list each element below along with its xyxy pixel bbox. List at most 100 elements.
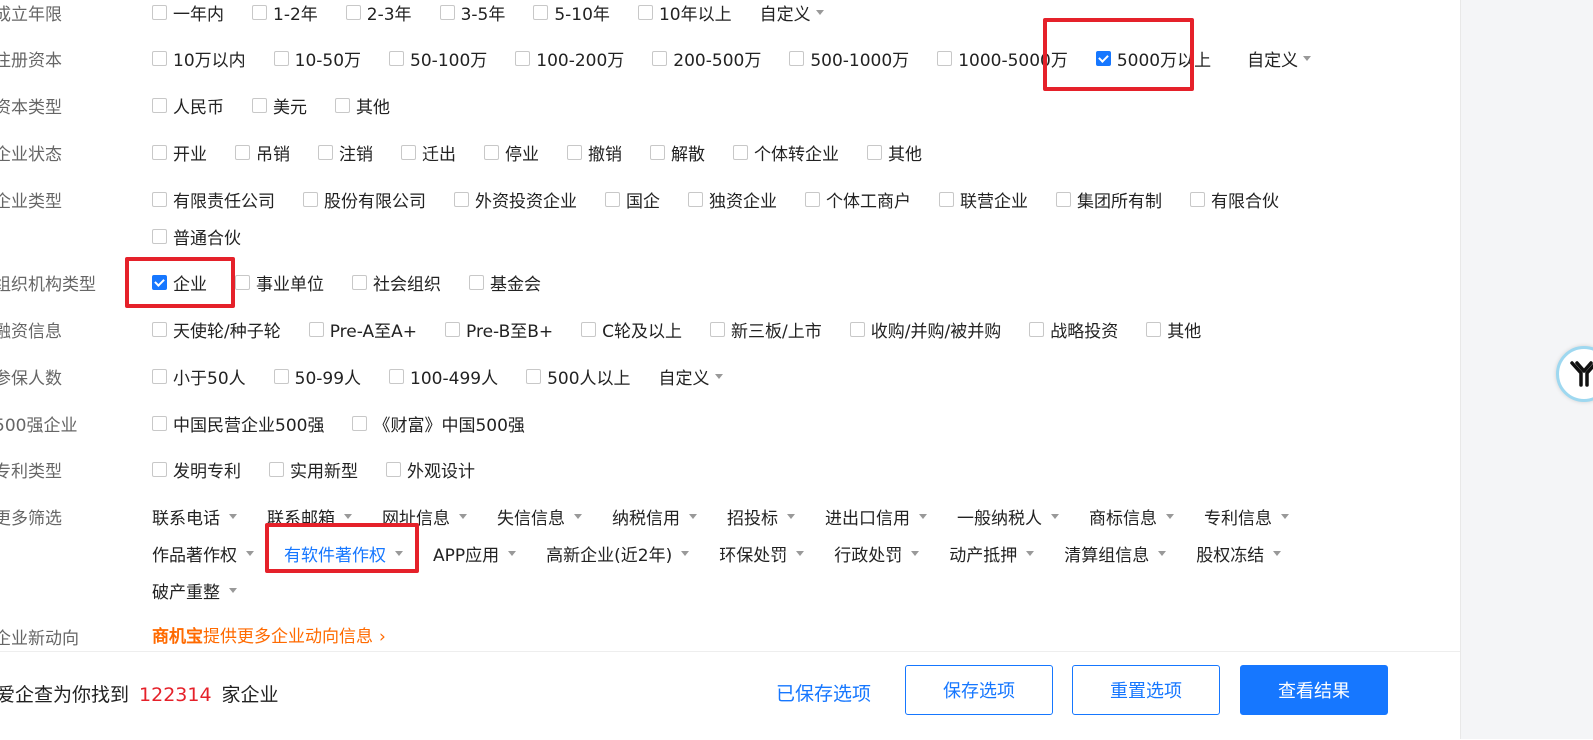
checkbox[interactable]	[273, 51, 289, 66]
option-type-general-partnership[interactable]: 普通合伙	[152, 224, 241, 249]
option-capital-50-100w[interactable]: 50-100万	[389, 46, 487, 71]
option-fin-listed[interactable]: 新三板/上市	[710, 317, 822, 342]
option-fin-other[interactable]: 其他	[1146, 317, 1201, 342]
checkbox[interactable]	[688, 192, 703, 207]
checkbox[interactable]	[805, 192, 820, 207]
checkbox[interactable]	[352, 416, 368, 431]
option-type-limited-partnership[interactable]: 有限合伙	[1190, 187, 1279, 212]
checkbox[interactable]	[389, 51, 405, 66]
more-filter-works-copyright[interactable]: 作品著作权	[152, 541, 254, 566]
checkbox[interactable]	[605, 192, 620, 207]
checkbox[interactable]	[152, 369, 167, 384]
save-options-button[interactable]: 保存选项	[905, 665, 1053, 715]
option-type-individual[interactable]: 个体工商户	[805, 187, 911, 212]
more-filter-general-taxpayer[interactable]: 一般纳税人	[957, 504, 1059, 529]
option-fin-ma[interactable]: 收购/并购/被并购	[849, 317, 1001, 342]
checkbox[interactable]	[1190, 192, 1205, 207]
custom-capital-dropdown[interactable]: 自定义	[1247, 46, 1312, 71]
checkbox[interactable]	[1029, 322, 1045, 337]
checkbox[interactable]	[533, 5, 549, 20]
checkbox[interactable]	[345, 5, 361, 20]
checkbox[interactable]	[445, 322, 461, 337]
checkbox[interactable]	[152, 416, 167, 431]
option-status-open[interactable]: 开业	[152, 140, 207, 165]
option-org-foundation[interactable]: 基金会	[469, 270, 541, 295]
dynamic-link[interactable]: 商机宝提供更多企业动向信息 ›	[152, 622, 386, 647]
option-patent-design[interactable]: 外观设计	[386, 457, 475, 482]
checkbox[interactable]	[484, 145, 499, 160]
custom-year-dropdown[interactable]: 自定义	[760, 0, 824, 25]
option-type-joint-stock[interactable]: 股份有限公司	[303, 187, 426, 212]
checkbox[interactable]	[235, 275, 250, 290]
custom-insured-dropdown[interactable]: 自定义	[659, 364, 723, 389]
more-filter-dishonest[interactable]: 失信信息	[497, 504, 582, 529]
more-filter-trademark[interactable]: 商标信息	[1089, 504, 1174, 529]
checkbox[interactable]	[1146, 322, 1162, 337]
checkbox[interactable]	[152, 322, 167, 337]
checkbox[interactable]	[581, 322, 597, 337]
checkbox[interactable]	[733, 145, 748, 160]
checkbox[interactable]	[849, 322, 865, 337]
more-filter-liquidation[interactable]: 清算组信息	[1064, 541, 1167, 566]
reset-options-button[interactable]: 重置选项	[1072, 665, 1220, 715]
option-status-moved-out[interactable]: 迁出	[401, 140, 456, 165]
checkbox[interactable]	[152, 51, 167, 66]
option-capital-within-10w[interactable]: 10万以内	[152, 46, 246, 71]
checkbox[interactable]	[235, 145, 250, 160]
option-type-collective[interactable]: 集团所有制	[1056, 187, 1162, 212]
option-fin-pre-a[interactable]: Pre-A至A+	[308, 317, 417, 342]
option-status-suspended[interactable]: 停业	[484, 140, 539, 165]
checkbox[interactable]	[637, 5, 653, 20]
option-type-soe[interactable]: 国企	[605, 187, 660, 212]
option-fin-c-plus[interactable]: C轮及以上	[581, 317, 682, 342]
option-capital-100-200w[interactable]: 100-200万	[515, 46, 624, 71]
checkbox[interactable]	[303, 192, 318, 207]
checkbox[interactable]	[1056, 192, 1071, 207]
view-results-button[interactable]: 查看结果	[1240, 665, 1388, 715]
checkbox[interactable]	[867, 145, 882, 160]
checkbox[interactable]	[454, 192, 469, 207]
checkbox[interactable]	[401, 145, 416, 160]
more-filter-import-export[interactable]: 进出口信用	[825, 504, 927, 529]
option-year-2-3[interactable]: 2-3年	[345, 0, 412, 25]
checkbox[interactable]	[152, 462, 167, 477]
option-year-5-10[interactable]: 5-10年	[533, 0, 610, 25]
option-capital-other[interactable]: 其他	[335, 93, 390, 118]
checkbox[interactable]	[789, 51, 805, 66]
more-filter-bidding[interactable]: 招投标	[727, 504, 795, 529]
checkbox[interactable]	[386, 462, 401, 477]
option-insured-100-499[interactable]: 100-499人	[389, 364, 498, 389]
option-patent-invention[interactable]: 发明专利	[152, 457, 241, 482]
option-year-over-10[interactable]: 10年以上	[637, 0, 732, 25]
checkbox[interactable]	[152, 5, 167, 20]
checkbox[interactable]	[352, 275, 367, 290]
option-year-within-1[interactable]: 一年内	[152, 0, 224, 25]
more-filter-tax-credit[interactable]: 纳税信用	[612, 504, 697, 529]
option-status-dissolved[interactable]: 解散	[650, 140, 705, 165]
checkbox[interactable]	[252, 98, 267, 113]
checkbox[interactable]	[567, 145, 582, 160]
checkbox[interactable]	[515, 51, 531, 66]
option-insured-over-500[interactable]: 500人以上	[526, 364, 631, 389]
checkbox[interactable]	[273, 369, 289, 384]
checkbox[interactable]	[526, 369, 542, 384]
checkbox[interactable]	[152, 192, 167, 207]
option-fin-strategic[interactable]: 战略投资	[1029, 317, 1118, 342]
more-filter-high-tech[interactable]: 高新企业(近2年)	[546, 541, 690, 566]
option-type-foreign[interactable]: 外资投资企业	[454, 187, 577, 212]
more-filter-phone[interactable]: 联系电话	[152, 504, 237, 529]
checkbox[interactable]	[937, 51, 953, 66]
option-status-individual-to-company[interactable]: 个体转企业	[733, 140, 839, 165]
option-status-cancelled[interactable]: 注销	[318, 140, 373, 165]
option-capital-rmb[interactable]: 人民币	[152, 93, 224, 118]
checkbox[interactable]	[318, 145, 333, 160]
checkbox[interactable]	[650, 145, 665, 160]
option-status-other[interactable]: 其他	[867, 140, 922, 165]
more-filter-environmental-penalty[interactable]: 环保处罚	[719, 541, 805, 566]
checkbox[interactable]	[152, 98, 167, 113]
more-filter-chattel-mortgage[interactable]: 动产抵押	[949, 541, 1035, 566]
more-filter-patent[interactable]: 专利信息	[1204, 504, 1289, 529]
option-year-3-5[interactable]: 3-5年	[439, 0, 505, 25]
checkbox[interactable]	[252, 5, 267, 20]
checkbox[interactable]	[335, 98, 350, 113]
